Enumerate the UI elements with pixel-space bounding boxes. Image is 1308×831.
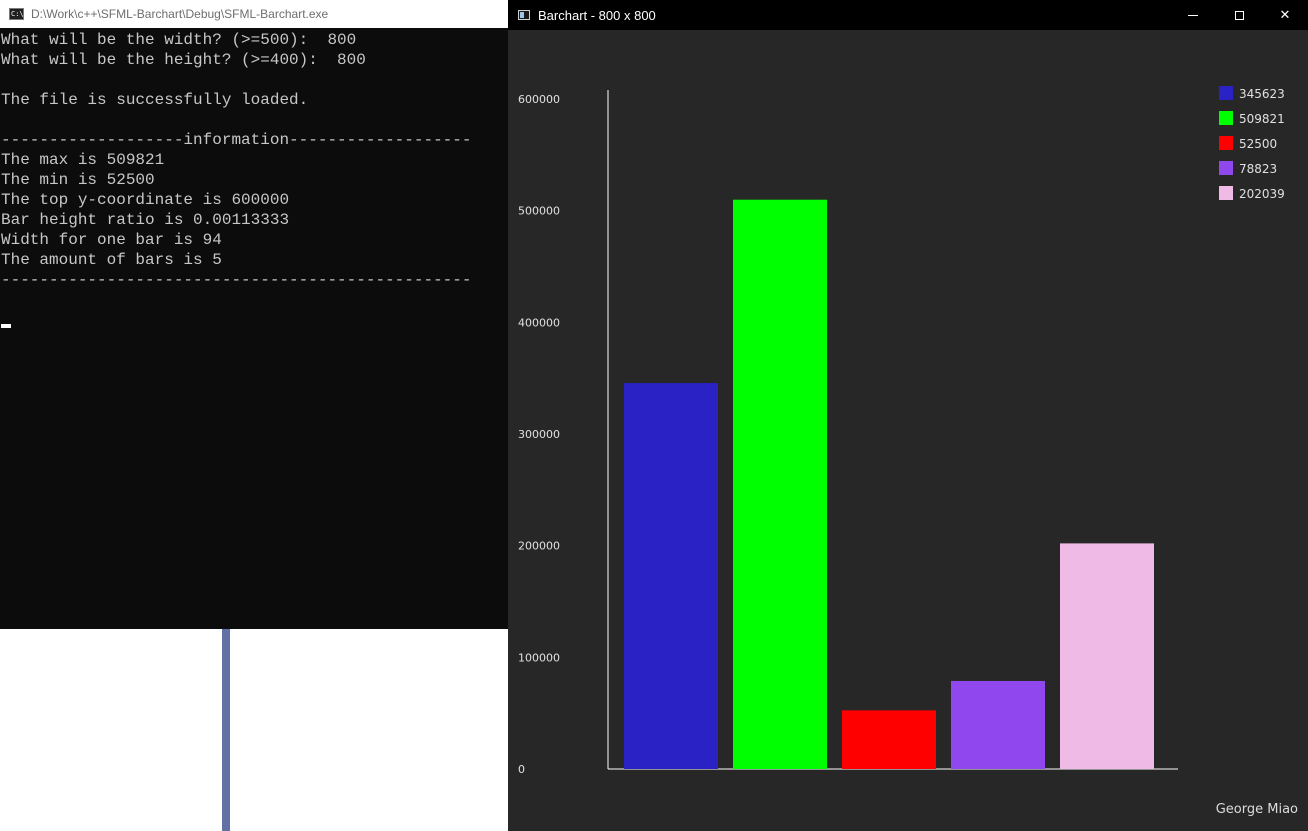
- console-line: What will be the width? (>=500): 800: [1, 31, 357, 49]
- minimize-icon: [1188, 14, 1198, 16]
- console-cursor: [1, 324, 11, 328]
- legend-swatch: [1219, 86, 1233, 100]
- y-tick-label: 300000: [518, 428, 560, 441]
- legend-swatch: [1219, 161, 1233, 175]
- author-credit: George Miao: [1215, 802, 1298, 817]
- console-titlebar[interactable]: C:\ D:\Work\c++\SFML-Barchart\Debug\SFML…: [0, 0, 508, 28]
- console-line: The top y-coordinate is 600000: [1, 191, 290, 209]
- close-icon: ✕: [1279, 7, 1291, 23]
- console-window[interactable]: C:\ D:\Work\c++\SFML-Barchart\Debug\SFML…: [0, 0, 509, 629]
- desktop-background: [0, 629, 508, 831]
- bar-509821: [733, 199, 827, 769]
- bar-52500: [842, 710, 936, 769]
- bar-78823: [951, 680, 1045, 769]
- y-tick-label: 500000: [518, 205, 560, 218]
- console-line: The amount of bars is 5: [1, 251, 222, 269]
- chart-window-title: Barchart - 800 x 800: [538, 7, 656, 23]
- legend-label: 78823: [1239, 162, 1277, 176]
- bar-202039: [1060, 543, 1154, 769]
- y-tick-label: 600000: [518, 93, 560, 106]
- maximize-icon: [1234, 10, 1244, 20]
- y-tick-label: 200000: [518, 540, 560, 553]
- console-output[interactable]: What will be the width? (>=500): 800 What…: [0, 28, 508, 290]
- legend-swatch: [1219, 111, 1233, 125]
- console-line: What will be the height? (>=400): 800: [1, 51, 366, 69]
- console-line: Width for one bar is 94: [1, 231, 222, 249]
- cmd-icon: C:\: [9, 8, 24, 20]
- close-button[interactable]: ✕: [1262, 0, 1308, 30]
- y-tick-label: 100000: [518, 651, 560, 664]
- console-line: Bar height ratio is 0.00113333: [1, 211, 290, 229]
- minimize-button[interactable]: [1170, 0, 1216, 30]
- legend-label: 52500: [1239, 137, 1277, 151]
- console-line: The file is successfully loaded.: [1, 91, 309, 109]
- console-line: -------------------information----------…: [1, 131, 472, 149]
- bar-345623: [624, 383, 718, 769]
- background-window-edge: [222, 629, 230, 831]
- legend-label: 509821: [1239, 112, 1285, 126]
- legend-swatch: [1219, 186, 1233, 200]
- legend-swatch: [1219, 136, 1233, 150]
- barchart-window[interactable]: Barchart - 800 x 800 ✕ 0 100000 200000 3000…: [508, 0, 1308, 831]
- y-tick-label: 0: [518, 763, 525, 776]
- console-line: ----------------------------------------…: [1, 271, 472, 289]
- app-window-icon: [518, 10, 530, 20]
- window-controls: ✕: [1170, 0, 1308, 30]
- console-line: The max is 509821: [1, 151, 165, 169]
- console-line: The min is 52500: [1, 171, 155, 189]
- y-tick-label: 400000: [518, 316, 560, 329]
- legend-label: 202039: [1239, 187, 1285, 201]
- bar-chart: 0 100000 200000 300000 400000 500000 600000 345…: [518, 86, 1285, 776]
- chart-titlebar[interactable]: Barchart - 800 x 800 ✕: [508, 0, 1308, 30]
- maximize-button[interactable]: [1216, 0, 1262, 30]
- console-window-title: D:\Work\c++\SFML-Barchart\Debug\SFML-Bar…: [31, 7, 329, 21]
- legend-label: 345623: [1239, 87, 1285, 101]
